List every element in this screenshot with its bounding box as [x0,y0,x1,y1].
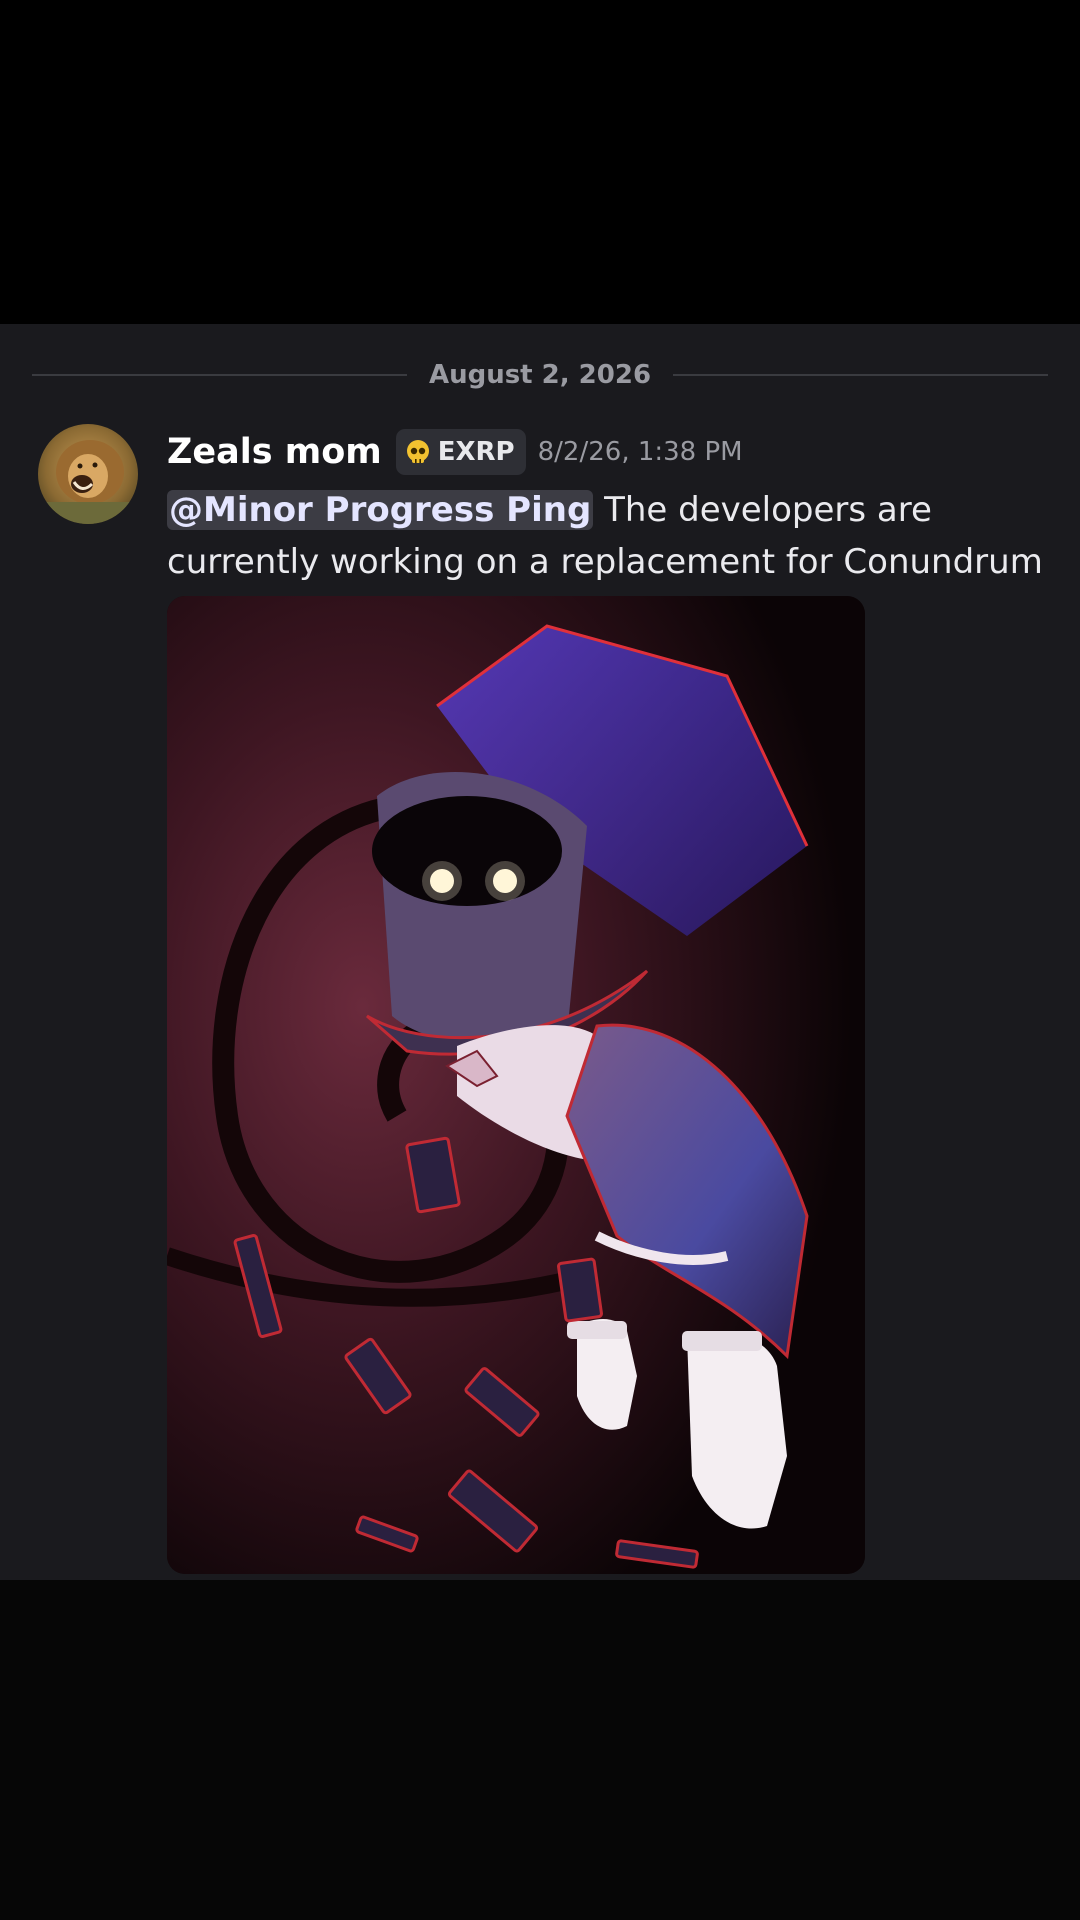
server-tag-label: EXRP [437,437,515,467]
magician-illustration-image [167,596,865,1574]
divider-line-right [673,374,1048,376]
divider-line-left [32,374,407,376]
avatar[interactable] [38,424,138,524]
skull-icon [406,440,429,463]
date-divider: August 2, 2026 [32,358,1048,392]
bottom-letterbox [0,1580,1080,1920]
chat-panel[interactable]: August 2, 2026 Zeals mom EXRP 8/2/26, 1:… [0,324,1080,1580]
lion-avatar-icon [38,424,138,524]
image-attachment[interactable] [167,596,865,1574]
message-header: Zeals mom EXRP 8/2/26, 1:38 PM [167,428,743,476]
message-timestamp: 8/2/26, 1:38 PM [537,437,743,467]
role-mention[interactable]: @Minor Progress Ping [167,490,594,530]
server-tag[interactable]: EXRP [395,429,526,475]
divider-date: August 2, 2026 [428,360,652,390]
top-letterbox [0,0,1080,324]
author-name[interactable]: Zeals mom [167,432,382,472]
message-content: @Minor Progress Ping The developers are … [167,484,1047,588]
